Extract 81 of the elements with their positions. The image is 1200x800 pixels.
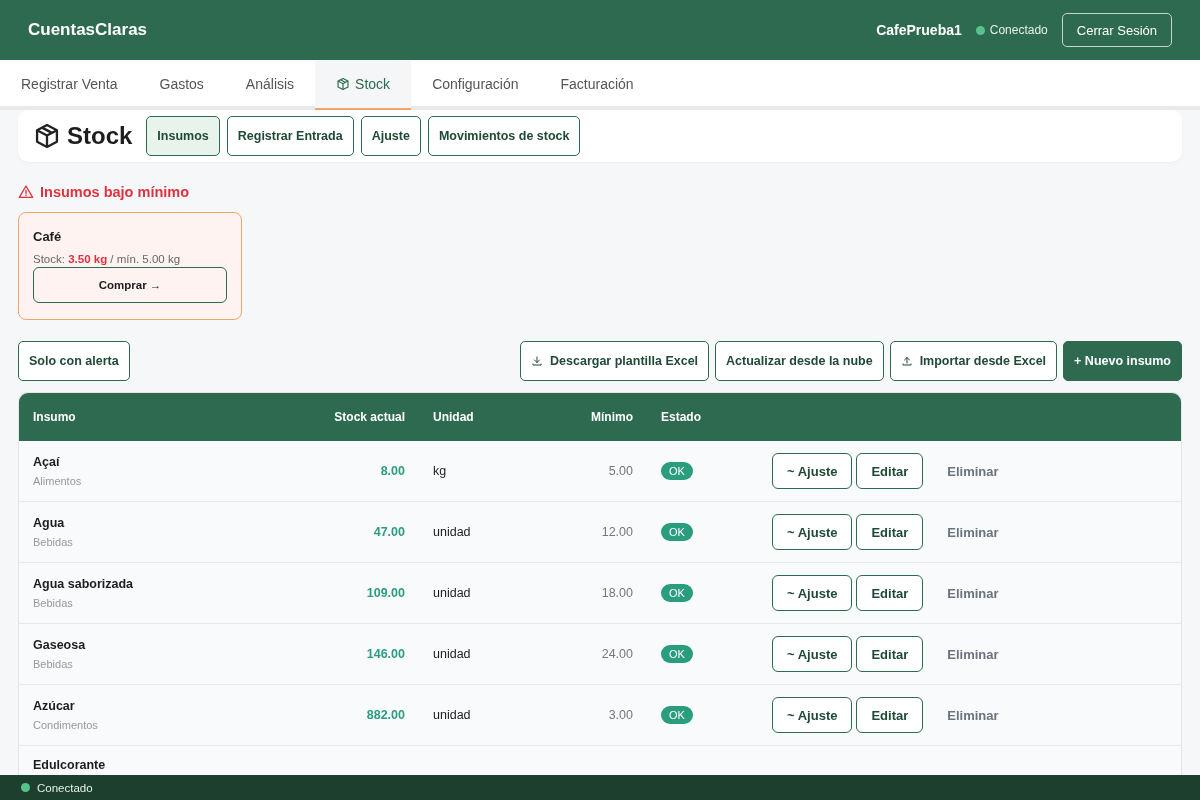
adjust-button[interactable]: ~ Ajuste (772, 453, 853, 489)
category-label: Alimentos (33, 475, 83, 487)
adjust-button[interactable]: ~ Ajuste (772, 514, 853, 550)
logout-button[interactable]: Cerrar Sesión (1061, 13, 1172, 47)
sub-tab[interactable]: Ajuste (360, 116, 421, 156)
category-label: Bebidas (33, 536, 74, 548)
column-header: Insumo (32, 410, 77, 424)
stock-value: 47.00 (373, 525, 405, 539)
section-title: Stock (67, 122, 133, 150)
brand-name: CuentasClaras (28, 20, 148, 40)
item-name: Gaseosa (33, 638, 87, 652)
stock-value: 882.00 (366, 708, 405, 722)
unit-text: unidad (433, 586, 471, 600)
status-badge: OK (661, 645, 693, 663)
nav-tab[interactable]: Registrar Venta (0, 60, 139, 110)
status-badge: OK (661, 706, 693, 724)
edit-button[interactable]: Editar (856, 697, 924, 733)
unit-text: kg (433, 464, 447, 478)
action-button[interactable]: Importar desde Excel (889, 341, 1058, 381)
category-label: Bebidas (33, 597, 74, 609)
item-name: Café (33, 229, 63, 244)
upload-icon (900, 355, 913, 367)
item-name: Azúcar (33, 699, 76, 713)
item-name: Edulcorante (33, 758, 107, 772)
user-name: CafePrueba1 (876, 22, 962, 38)
box-icon (336, 77, 351, 91)
unit-text: unidad (433, 525, 471, 539)
action-button[interactable]: + Nuevo insumo (1063, 341, 1182, 381)
status-badge: OK (661, 584, 693, 602)
nav-tab[interactable]: Stock (315, 60, 412, 110)
category-label: Bebidas (33, 658, 74, 670)
sub-tab[interactable]: Movimientos de stock (427, 116, 581, 156)
column-header: Estado (660, 410, 702, 424)
connection-status: Conectado (989, 23, 1048, 37)
delete-link[interactable]: Eliminar (941, 706, 1005, 724)
delete-link[interactable]: Eliminar (941, 523, 1005, 541)
item-name: Agua saborizada (33, 577, 135, 591)
item-name: Agua (33, 516, 66, 530)
nav-tab[interactable]: Configuración (411, 60, 540, 110)
nav-tab[interactable]: Facturación (539, 60, 655, 110)
buy-button[interactable]: Comprar → (33, 267, 227, 303)
column-header: Unidad (432, 410, 475, 424)
status-badge: OK (661, 462, 693, 480)
filter-button[interactable]: Solo con alerta (18, 341, 130, 381)
column-header: Mínimo (590, 410, 633, 424)
adjust-button[interactable]: ~ Ajuste (772, 636, 853, 672)
stock-value: 8.00 (380, 464, 405, 478)
download-icon (531, 355, 544, 367)
edit-button[interactable]: Editar (856, 575, 924, 611)
minimum-value: 24.00 (601, 647, 633, 661)
stock-value: 146.00 (366, 647, 405, 661)
alert-title: Insumos bajo mínimo (40, 184, 190, 200)
delete-link[interactable]: Eliminar (941, 645, 1005, 663)
nav-tab[interactable]: Gastos (138, 60, 225, 110)
stock-text: Stock: 3.50 kg / mín. 5.00 kg (33, 253, 182, 265)
edit-button[interactable]: Editar (856, 514, 924, 550)
edit-button[interactable]: Editar (856, 636, 924, 672)
item-name: Açaí (33, 455, 61, 469)
adjust-button[interactable]: ~ Ajuste (772, 697, 853, 733)
minimum-value: 12.00 (601, 525, 633, 539)
box-icon (33, 122, 61, 150)
minimum-value: 18.00 (601, 586, 633, 600)
adjust-button[interactable]: ~ Ajuste (772, 575, 853, 611)
warning-icon (18, 184, 34, 200)
unit-text: unidad (433, 647, 471, 661)
edit-button[interactable]: Editar (856, 453, 924, 489)
column-header: Stock actual (333, 410, 405, 424)
sub-tab[interactable]: Registrar Entrada (226, 116, 354, 156)
nav-tab[interactable]: Análisis (224, 60, 316, 110)
delete-link[interactable]: Eliminar (941, 584, 1005, 602)
action-button[interactable]: Actualizar desde la nube (715, 341, 884, 381)
stock-value: 109.00 (366, 586, 405, 600)
delete-link[interactable]: Eliminar (941, 462, 1005, 480)
sub-tab[interactable]: Insumos (146, 116, 220, 156)
category-label: Condimentos (33, 719, 99, 731)
connection-status: Conectado (37, 781, 93, 794)
action-button[interactable]: Descargar plantilla Excel (520, 341, 710, 381)
minimum-value: 3.00 (608, 708, 633, 722)
status-badge: OK (661, 523, 693, 541)
unit-text: unidad (433, 708, 471, 722)
minimum-value: 5.00 (608, 464, 633, 478)
